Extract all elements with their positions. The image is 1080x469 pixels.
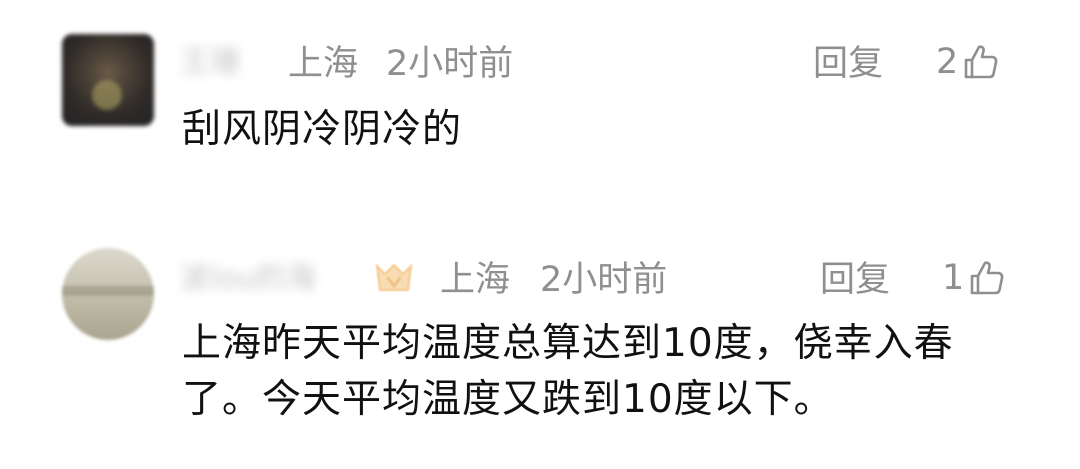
vip-badge-icon: [375, 263, 413, 291]
location-label: 上海: [288, 44, 359, 84]
comment-item: 王珊 上海 2小时前 回复 2 刮风阴冷阴冷的: [0, 0, 1080, 220]
avatar[interactable]: [62, 248, 154, 340]
like-count: 2: [936, 42, 959, 82]
avatar-image: [92, 80, 122, 110]
thumbs-up-icon: [964, 45, 998, 79]
comment-text: 刮风阴冷阴冷的: [182, 107, 463, 152]
like-count: 1: [942, 258, 965, 298]
comment-text: 上海昨天平均温度总算达到10度，侥幸入春了。今天平均温度又跌到10度以下。: [182, 321, 954, 422]
username[interactable]: 王珊: [180, 46, 266, 80]
timestamp: 2小时前: [540, 260, 668, 300]
username[interactable]: 波lou的海: [180, 262, 368, 296]
avatar-image: [62, 286, 154, 296]
reply-button[interactable]: 回复: [813, 44, 883, 84]
comment-item: 波lou的海 上海 2小时前 回复 1 上海昨天平均温度总算达到10度，侥幸入春…: [0, 220, 1080, 469]
like-button[interactable]: 2: [936, 42, 1000, 82]
location-label: 上海: [440, 260, 511, 300]
reply-button[interactable]: 回复: [820, 260, 890, 300]
like-button[interactable]: 1: [942, 258, 1006, 298]
avatar[interactable]: [62, 34, 154, 126]
thumbs-up-icon: [970, 261, 1004, 295]
timestamp: 2小时前: [386, 44, 514, 84]
comment-list: 王珊 上海 2小时前 回复 2 刮风阴冷阴冷的 波lou的海 上海 2小时前 回…: [0, 0, 1080, 469]
